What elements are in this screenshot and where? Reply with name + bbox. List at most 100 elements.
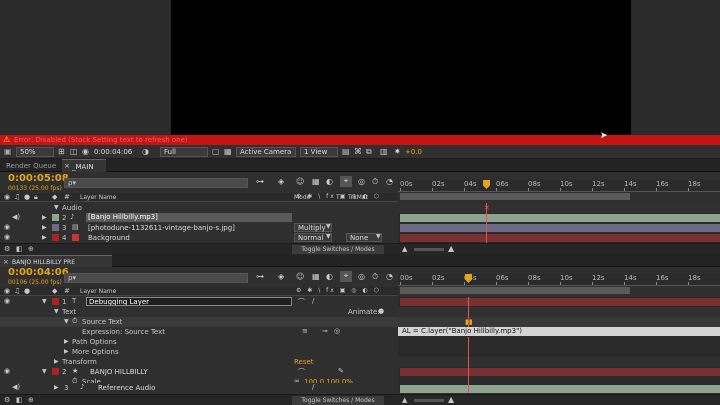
banjo-time-ruler[interactable]: 00s02s04s06s08s10s12s14s16s18s20s (398, 274, 720, 286)
comp-settings-icon[interactable]: ⚙ (4, 245, 10, 253)
expand-panel-icon[interactable]: ◧ (16, 396, 23, 404)
dropdown-arrow-icon[interactable]: ▼ (326, 223, 331, 230)
expand-triangle-icon[interactable]: ▶ (54, 358, 59, 365)
banjo-search-input[interactable]: ρ▾ (64, 273, 248, 283)
expand-triangle-icon[interactable]: ▼ (54, 204, 59, 211)
layer-row[interactable]: ◀) ▶ 3 ♪ Reference Audio / (0, 383, 398, 393)
layer-bar-banjo-audio[interactable] (400, 214, 720, 222)
expand-triangle-icon[interactable]: ▶ (54, 384, 59, 391)
comp-mini-flowchart-icon[interactable]: ⊶ (256, 177, 264, 186)
zoom-out-mountain-icon[interactable]: ▲ (402, 245, 407, 253)
comp-settings-icon[interactable]: ⚙ (4, 396, 10, 404)
tab-render-queue[interactable]: Render Queue (6, 162, 56, 170)
fx-switch-icon[interactable]: / (312, 383, 314, 391)
tab-close-icon[interactable]: × (3, 258, 9, 266)
main-search-input[interactable]: ρ▾ (64, 178, 248, 188)
layer-bar-banjo-hillbilly[interactable] (400, 368, 720, 376)
expand-panel-icon[interactable]: ◧ (16, 245, 23, 253)
transparency-grid-icon[interactable]: ▦ (224, 147, 232, 156)
resolution-dropdown[interactable]: Full (160, 147, 208, 157)
mask-icon[interactable]: ◫ (70, 147, 78, 156)
layer-name[interactable]: Reference Audio (98, 384, 155, 392)
property-row[interactable]: ▶ Path Options (0, 337, 398, 347)
draft-3d-icon[interactable]: ◈ (278, 272, 284, 281)
banjo-timecode[interactable]: 0:00:04:06 (8, 267, 69, 278)
label-color-swatch[interactable] (52, 234, 59, 241)
toggle-switches-button[interactable]: Toggle Switches / Modes (292, 245, 384, 254)
composition-canvas[interactable] (171, 0, 631, 135)
tab-main[interactable]: × _MAIN (62, 159, 106, 172)
layer-bar-debugging[interactable] (400, 298, 720, 306)
label-color-swatch[interactable] (52, 214, 59, 221)
stopwatch-icon[interactable]: ⏱ (72, 317, 77, 326)
graph-editor-icon[interactable]: ⌖ (340, 176, 352, 187)
zoom-slider[interactable] (414, 399, 444, 402)
text-group-row[interactable]: ▼ Text Animate: ● (0, 307, 398, 317)
expand-triangle-icon[interactable]: ▶ (64, 338, 69, 345)
expand-triangle-icon[interactable]: ▼ (64, 318, 69, 325)
layer-row[interactable]: ◀) ▶ 2 ♪ [Banjo Hillbilly.mp3] (0, 213, 398, 223)
layer-row[interactable]: ◉ ▶ 4 Background Normal ▼ None ▼ (0, 233, 398, 243)
viewer-timecode[interactable]: 0:00:04:06 (84, 148, 132, 156)
zoom-slider[interactable] (414, 248, 444, 251)
tab-close-icon[interactable]: × (64, 162, 70, 170)
render-icon[interactable]: ⧉ (366, 147, 372, 157)
layer-bar-photo[interactable] (400, 224, 720, 232)
expand-triangle-icon[interactable]: ▼ (54, 308, 59, 315)
dropdown-arrow-icon[interactable]: ▼ (326, 233, 331, 240)
expand-triangle-icon[interactable]: ▶ (42, 234, 47, 241)
toggle-switches-button[interactable]: Toggle Switches / Modes (292, 396, 384, 405)
fx-switch-icon[interactable]: ✎ (338, 367, 344, 375)
layer-name[interactable]: Background (88, 234, 130, 242)
grid-icon[interactable]: ⊞ (58, 147, 65, 156)
label-color-swatch[interactable] (52, 368, 59, 375)
layer-name[interactable]: Debugging Layer (86, 297, 292, 306)
toggle-transfer-icon[interactable]: ⊕ (28, 245, 34, 253)
reset-link[interactable]: Reset (294, 358, 314, 366)
stopwatch-icon[interactable]: ⏱ (372, 177, 378, 187)
expand-triangle-icon[interactable]: ▼ (42, 298, 47, 305)
label-color-swatch[interactable] (52, 224, 59, 231)
graph-editor-icon[interactable]: ⌖ (340, 271, 352, 282)
eye-icon[interactable]: ◉ (4, 367, 10, 375)
transform-group-row[interactable]: ▶ Transform Reset (0, 357, 398, 367)
expression-pickwhip-icon[interactable]: ◎ (334, 327, 340, 335)
label-color-swatch[interactable] (52, 298, 59, 305)
exposure-icon[interactable]: ✷ (394, 147, 401, 156)
main-time-ruler[interactable]: 00s02s04s06s08s10s12s14s16s18s20s (398, 180, 720, 192)
zoom-dropdown[interactable]: 50% (16, 147, 54, 157)
expression-graph-icon[interactable]: ⊸ (322, 327, 328, 335)
layer-name[interactable]: [photodune-1132611-vintage-banjo-s.jpg] (88, 224, 235, 232)
expand-triangle-icon[interactable]: ▼ (42, 368, 47, 375)
eye-icon[interactable]: ◉ (4, 233, 10, 241)
lock-icon[interactable]: ◔ (386, 272, 393, 281)
animate-label[interactable]: Animate: (348, 308, 380, 316)
keyframe-marker-icon[interactable]: ✕ (484, 204, 490, 212)
speaker-icon[interactable]: ◀) (12, 213, 20, 221)
layer-name-header[interactable]: Layer Name (80, 194, 116, 201)
expand-triangle-icon[interactable]: ▶ (42, 214, 47, 221)
motion-blur-icon[interactable]: ◐ (326, 177, 333, 186)
collapse-switch-icon[interactable]: ⌒ (298, 367, 305, 377)
layer-row[interactable]: ◉ ▼ 1 T Debugging Layer ⌒ / (0, 297, 398, 307)
dropdown-arrow-icon[interactable]: ▼ (376, 233, 381, 240)
color-channel-icon[interactable]: ◑ (142, 147, 149, 156)
banjo-work-area-bar[interactable] (400, 287, 630, 294)
expression-row[interactable]: Expression: Source Text ≡ ⊸ ◎ (0, 327, 398, 337)
comp-mini-flowchart-icon[interactable]: ⊶ (256, 272, 264, 281)
expand-triangle-icon[interactable]: ▶ (42, 224, 47, 231)
layer-bar-reference-audio[interactable] (400, 385, 720, 393)
flowchart-icon[interactable]: ⌘ (354, 147, 362, 156)
zoom-in-mountain-icon[interactable]: ▲ (448, 244, 454, 253)
motion-blur-icon[interactable]: ◐ (326, 272, 333, 281)
tab-banjo[interactable]: × BANJO HILLBILLY PRE (0, 255, 112, 267)
expression-code-field[interactable]: AL = C.layer("Banjo Hillbilly.mp3") (398, 327, 720, 336)
layer-bar-background[interactable] (400, 234, 720, 242)
expression-enable-icon[interactable]: ≡ (302, 327, 308, 335)
playhead-handle[interactable] (483, 180, 490, 189)
mode-header-visible[interactable]: Mode (294, 194, 310, 201)
layer-row[interactable]: ◉ ▶ 3 ▤ [photodune-1132611-vintage-banjo… (0, 223, 398, 233)
stopwatch-icon[interactable]: ⏱ (372, 272, 378, 282)
animate-add-icon[interactable]: ● (378, 307, 384, 315)
view-icon[interactable]: ▣ (4, 147, 12, 156)
